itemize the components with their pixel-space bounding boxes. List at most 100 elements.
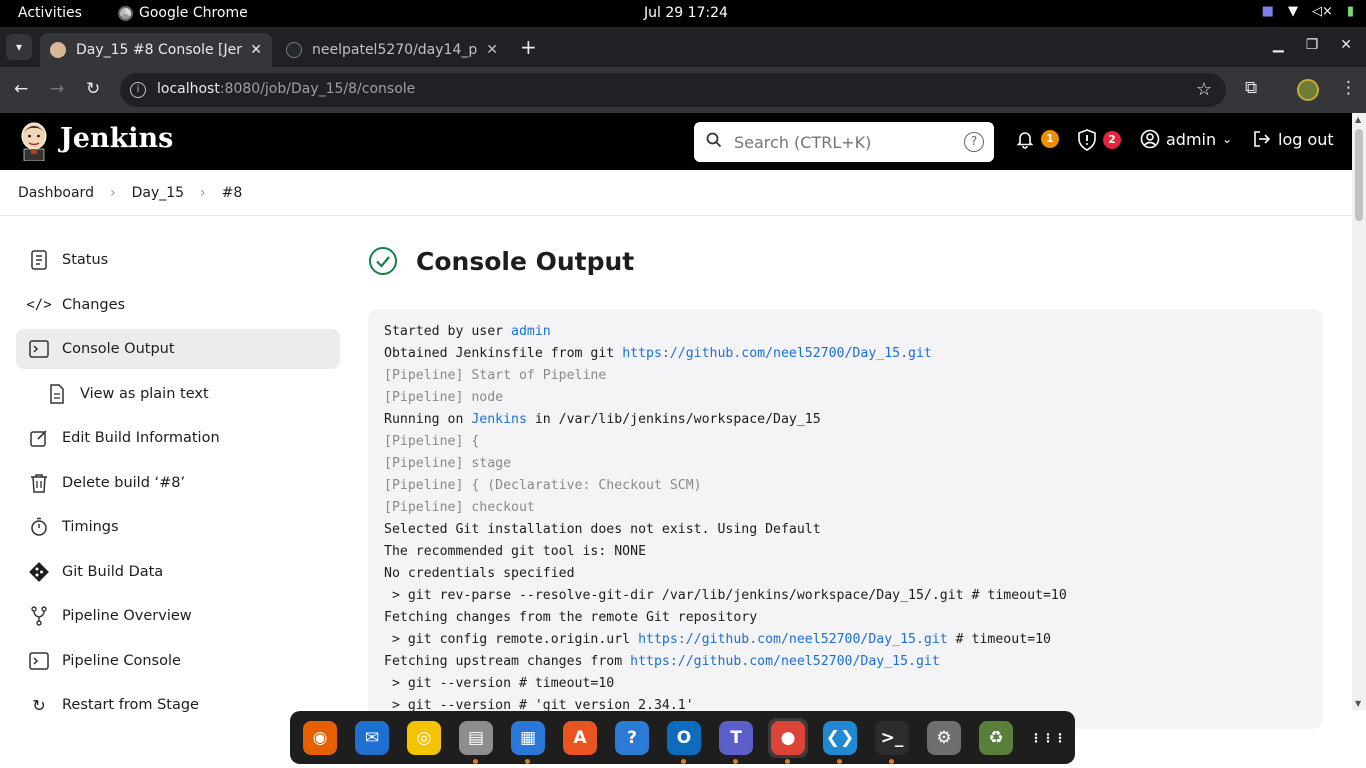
console-output[interactable]: Started by user admin Obtained Jenkinsfil…: [368, 309, 1323, 729]
console-line: > git config remote.origin.url https://g…: [384, 629, 1307, 651]
notifications-button[interactable]: 1: [1015, 129, 1059, 149]
help-icon[interactable]: ?: [964, 132, 984, 152]
clock[interactable]: Jul 29 17:24: [644, 5, 728, 21]
breadcrumb: Dashboard › Day_15 › #8: [0, 170, 1352, 216]
sidebar-item-label: Delete build ‘#8’: [62, 474, 186, 491]
rhythmbox-dock-icon[interactable]: ◎: [404, 718, 444, 758]
search-box[interactable]: ?: [694, 122, 994, 162]
sidebar-item-timings[interactable]: Timings: [16, 507, 340, 547]
breadcrumb-job[interactable]: Day_15: [132, 185, 184, 201]
vscode-dock-icon[interactable]: ❮❯: [820, 718, 860, 764]
libreoffice-writer-dock-icon[interactable]: ▦: [508, 718, 548, 764]
activities-button[interactable]: Activities: [18, 5, 82, 21]
sidebar-item-changes[interactable]: </> Changes: [16, 285, 340, 325]
system-tray[interactable]: ■ ▼ ◁× ▮: [1262, 4, 1354, 19]
teams-dock-icon[interactable]: T: [716, 718, 756, 764]
reload-icon[interactable]: ↻: [86, 79, 100, 99]
forward-icon[interactable]: →: [50, 79, 64, 99]
profile-avatar[interactable]: [1297, 79, 1319, 101]
chevron-down-icon: ⌄: [1222, 132, 1233, 146]
trash-icon: ♻: [979, 720, 1013, 755]
focused-app-name: Google Chrome: [139, 5, 248, 21]
sidebar-item-label: Pipeline Console: [62, 652, 181, 669]
sidebar-item-git-build-data[interactable]: Git Build Data: [16, 552, 340, 592]
sidebar-item-pipeline-overview[interactable]: Pipeline Overview: [16, 596, 340, 636]
sidebar-item-console-output[interactable]: Console Output: [16, 329, 340, 369]
files-dock-icon[interactable]: ▤: [456, 718, 496, 764]
scroll-down-icon[interactable]: ▼: [1355, 699, 1361, 708]
console-link[interactable]: https://github.com/neel52700/Day_15.git: [630, 654, 940, 669]
scrollbar-thumb[interactable]: [1355, 129, 1363, 221]
user-menu[interactable]: admin ⌄: [1140, 129, 1232, 149]
close-icon[interactable]: ✕: [250, 42, 262, 58]
console-text: [Pipeline] checkout: [384, 500, 535, 515]
app-center-dock-icon[interactable]: A: [560, 718, 600, 758]
console-text: [Pipeline] { (Declarative: Checkout SCM): [384, 478, 702, 493]
console-text: [Pipeline] stage: [384, 456, 512, 471]
console-link[interactable]: admin: [511, 324, 551, 339]
breadcrumb-dashboard[interactable]: Dashboard: [18, 185, 94, 201]
settings-dock-icon[interactable]: ⚙: [924, 718, 964, 758]
chrome-dock-icon[interactable]: ●: [768, 717, 808, 764]
running-indicator: [837, 758, 842, 764]
chrome-menu-icon[interactable]: ⋮: [1340, 78, 1357, 98]
console-line: Started by user admin: [384, 321, 1307, 343]
focused-app-menu[interactable]: Google Chrome: [118, 5, 248, 21]
tab-jenkins-console[interactable]: Day_15 #8 Console [Jenkins] ✕: [40, 33, 272, 67]
scroll-up-icon[interactable]: ▲: [1355, 115, 1361, 124]
url-text[interactable]: localhost:8080/job/Day_15/8/console: [157, 81, 415, 97]
teams-tray-icon[interactable]: ■: [1262, 4, 1274, 19]
console-link[interactable]: https://github.com/neel52700/Day_15.git: [622, 346, 932, 361]
console-text: > git config remote.origin.url: [384, 632, 639, 647]
tab-search-button[interactable]: ▾: [6, 34, 32, 60]
restore-icon[interactable]: ❐: [1306, 37, 1319, 53]
outlook-dock-icon[interactable]: O: [664, 718, 704, 764]
document-icon: [46, 383, 68, 405]
sidebar-item-label: Restart from Stage: [62, 697, 199, 713]
stopwatch-icon: [28, 516, 50, 538]
extensions-icon[interactable]: ⧉: [1245, 78, 1257, 98]
logout-button[interactable]: log out: [1252, 129, 1334, 149]
search-input[interactable]: [734, 130, 944, 154]
jenkins-brand-link[interactable]: Jenkins: [60, 123, 173, 154]
new-tab-button[interactable]: +: [520, 35, 537, 59]
trash-icon: [28, 472, 50, 494]
console-line: > git --version # timeout=10: [384, 673, 1307, 695]
page-scrollbar[interactable]: ▲ ▼: [1352, 113, 1366, 710]
site-info-icon[interactable]: i: [130, 82, 146, 98]
sidebar-item-status[interactable]: Status: [16, 240, 340, 280]
console-text: Fetching upstream changes from: [384, 654, 631, 669]
logout-icon: [1254, 131, 1271, 147]
battery-icon[interactable]: ▮: [1347, 4, 1354, 19]
trash-dock-icon[interactable]: ♻: [976, 718, 1016, 758]
thunderbird-dock-icon[interactable]: ✉: [352, 718, 392, 758]
console-line: Selected Git installation does not exist…: [384, 519, 1307, 541]
close-window-icon[interactable]: ✕: [1340, 37, 1352, 53]
wifi-icon[interactable]: ▼: [1288, 4, 1298, 19]
sidebar-item-edit-build-information[interactable]: Edit Build Information: [16, 418, 340, 458]
tab-github[interactable]: neelpatel5270/day14_pr ✕: [276, 33, 508, 67]
breadcrumb-build[interactable]: #8: [222, 185, 243, 201]
sidebar-item-view-plain-text[interactable]: View as plain text: [16, 374, 340, 414]
chrome-icon: [118, 5, 133, 21]
console-text: # timeout=10: [947, 632, 1051, 647]
console-link[interactable]: Jenkins: [471, 412, 527, 427]
volume-muted-icon[interactable]: ◁×: [1312, 4, 1333, 19]
sidebar-item-pipeline-console[interactable]: Pipeline Console: [16, 641, 340, 681]
console-line: [Pipeline] Start of Pipeline: [384, 365, 1307, 387]
jenkins-logo-icon[interactable]: [18, 121, 50, 161]
minimize-icon[interactable]: ▁: [1273, 37, 1284, 53]
files-icon: ▤: [459, 720, 493, 755]
address-bar[interactable]: i localhost:8080/job/Day_15/8/console ☆: [120, 73, 1226, 107]
security-button[interactable]: 2: [1077, 129, 1121, 151]
bookmark-star-icon[interactable]: ☆: [1196, 79, 1212, 100]
help-dock-icon[interactable]: ?: [612, 718, 652, 758]
terminal-dock-icon[interactable]: >_: [872, 718, 912, 764]
git-icon: [28, 561, 50, 583]
back-icon[interactable]: ←: [14, 79, 28, 99]
close-icon[interactable]: ✕: [486, 42, 498, 58]
console-link[interactable]: https://github.com/neel52700/Day_15.git: [638, 632, 948, 647]
show-apps-dock-icon[interactable]: ⋮⋮⋮: [1028, 718, 1068, 758]
firefox-dock-icon[interactable]: ◉: [300, 718, 340, 758]
sidebar-item-delete-build[interactable]: Delete build ‘#8’: [16, 463, 340, 503]
